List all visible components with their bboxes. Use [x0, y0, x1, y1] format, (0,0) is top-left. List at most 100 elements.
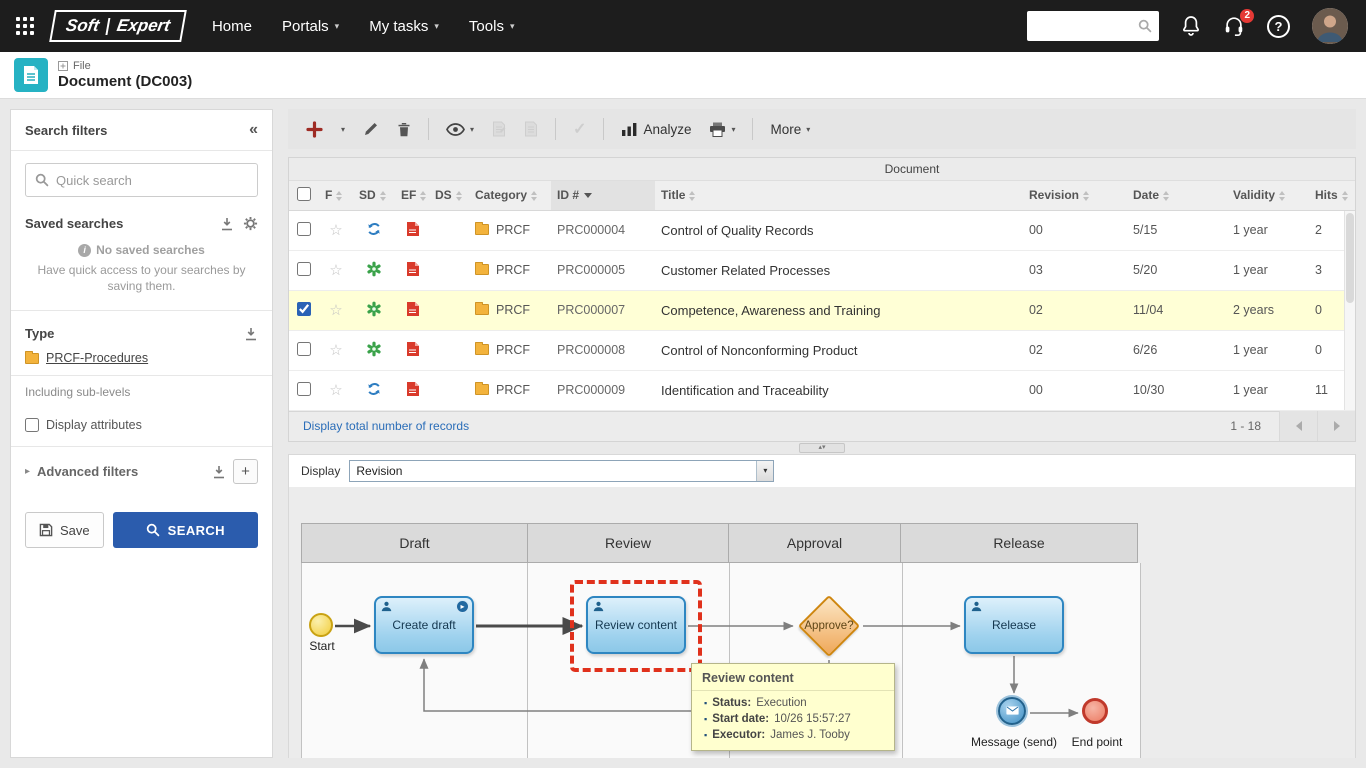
favorite-star-icon[interactable]: ☆ [329, 262, 342, 279]
global-search-input[interactable] [1034, 19, 1138, 34]
col-header-title[interactable]: Title [655, 180, 1023, 210]
export-icon[interactable] [220, 217, 234, 231]
no-saved-searches: iNo saved searches Have quick access to … [33, 243, 250, 294]
row-checkbox[interactable] [297, 262, 311, 276]
task-release[interactable]: Release [964, 596, 1064, 654]
total-records-link[interactable]: Display total number of records [303, 419, 469, 433]
table-row[interactable]: ☆ PRCF PRC000005 Customer Related Proces… [289, 250, 1355, 290]
row-checkbox[interactable] [297, 222, 311, 236]
nav-tools[interactable]: Tools▾ [469, 18, 515, 35]
splitter-handle[interactable]: ▴▾ [799, 443, 845, 453]
sort-icon [336, 191, 342, 201]
favorite-star-icon[interactable]: ☆ [329, 222, 342, 239]
add-filter-button[interactable]: + [233, 459, 258, 484]
no-saved-hint: Have quick access to your searches by sa… [33, 262, 250, 294]
table-row[interactable]: ☆ PRCF PRC000004 Control of Quality Reco… [289, 210, 1355, 250]
print-button[interactable]: ▾ [703, 117, 741, 142]
breadcrumb[interactable]: File [58, 60, 192, 72]
row-checkbox[interactable] [297, 342, 311, 356]
col-header-date[interactable]: Date [1127, 180, 1227, 210]
nav-portals[interactable]: Portals▾ [282, 18, 339, 35]
table-row[interactable]: ☆ PRCF PRC000008 Control of Nonconformin… [289, 330, 1355, 370]
quick-search [25, 163, 258, 197]
edit-button[interactable] [357, 116, 385, 142]
end-event-node[interactable] [1082, 698, 1108, 724]
col-header-ef[interactable]: EF [395, 180, 429, 210]
cell-id: PRC000009 [551, 370, 655, 410]
delete-button[interactable] [391, 117, 417, 142]
add-button[interactable] [300, 116, 329, 143]
display-attributes-checkbox[interactable] [25, 418, 39, 432]
task-create-draft[interactable]: ▸ Create draft [374, 596, 474, 654]
nav-home[interactable]: Home [212, 18, 252, 35]
sort-desc-icon [584, 193, 592, 198]
table-row[interactable]: ☆ PRCF PRC000009 Identification and Trac… [289, 370, 1355, 410]
cell-file [395, 330, 429, 370]
quick-search-input[interactable] [56, 173, 248, 188]
cell-favorite: ☆ [319, 290, 353, 330]
page-header: File Document (DC003) [0, 52, 1366, 99]
col-header-ds[interactable]: DS [429, 180, 469, 210]
table-row[interactable]: ☆ PRCF PRC000007 Competence, Awareness a… [289, 290, 1355, 330]
col-header-category[interactable]: Category [469, 180, 551, 210]
cell-id: PRC000005 [551, 250, 655, 290]
row-checkbox[interactable] [297, 302, 311, 316]
pdf-icon[interactable] [405, 226, 420, 240]
pdf-icon[interactable] [405, 346, 420, 360]
pdf-icon[interactable] [405, 306, 420, 320]
start-event-node[interactable] [309, 613, 333, 637]
bullet-icon: ▪ [704, 698, 707, 708]
chevron-down-icon: ▾ [470, 125, 474, 134]
start-label: Start [309, 639, 334, 653]
search-button[interactable]: SEARCH [113, 512, 258, 548]
display-select[interactable]: Revision ▾ [349, 460, 774, 482]
table-scrollbar[interactable] [1344, 211, 1355, 410]
export-icon[interactable] [244, 327, 258, 341]
save-search-button[interactable]: Save [25, 512, 104, 548]
analyze-button[interactable]: Analyze [615, 117, 697, 142]
notifications-bell-icon[interactable] [1181, 15, 1201, 37]
favorite-star-icon[interactable]: ☆ [329, 342, 342, 359]
gear-icon[interactable] [243, 216, 258, 231]
cell-title: Control of Nonconforming Product [655, 330, 1023, 370]
prev-page-button[interactable] [1279, 411, 1317, 441]
nav-my-tasks[interactable]: My tasks▾ [369, 18, 439, 35]
col-header-id[interactable]: ID # [551, 180, 655, 210]
sync-status-icon [366, 386, 382, 400]
col-header-favorite[interactable]: F [319, 180, 353, 210]
view-button[interactable]: ▾ [440, 118, 480, 141]
collapse-panel-icon[interactable]: « [249, 122, 258, 138]
col-header-revision[interactable]: Revision [1023, 180, 1127, 210]
task-label: Release [992, 618, 1036, 632]
col-header-sd[interactable]: SD [353, 180, 395, 210]
favorite-star-icon[interactable]: ☆ [329, 382, 342, 399]
favorite-star-icon[interactable]: ☆ [329, 302, 342, 319]
folder-icon [475, 304, 489, 315]
scrollbar-thumb[interactable] [1346, 213, 1354, 303]
cell-ds [429, 210, 469, 250]
gateway-approve[interactable]: Approve? [797, 594, 861, 658]
apps-grid-icon[interactable] [16, 17, 34, 35]
lane-header-draft: Draft [301, 523, 528, 563]
add-dropdown-caret[interactable]: ▾ [335, 120, 351, 139]
pdf-icon[interactable] [405, 386, 420, 400]
type-link-prcf[interactable]: PRCF-Procedures [46, 351, 148, 365]
pdf-icon[interactable] [405, 266, 420, 280]
col-header-hits[interactable]: Hits [1309, 180, 1355, 210]
next-page-button[interactable] [1317, 411, 1355, 441]
advanced-filters-toggle[interactable]: Advanced filters [37, 464, 205, 479]
folder-icon [475, 384, 489, 395]
row-checkbox[interactable] [297, 382, 311, 396]
task-review-content[interactable]: Review content [586, 596, 686, 654]
user-avatar[interactable] [1312, 8, 1348, 44]
col-header-validity[interactable]: Validity [1227, 180, 1309, 210]
support-headset-icon[interactable]: 2 [1223, 15, 1245, 37]
nav-portals-label: Portals [282, 18, 329, 35]
more-button[interactable]: More▾ [764, 117, 816, 142]
select-all-checkbox[interactable] [297, 187, 311, 201]
export-icon[interactable] [212, 465, 226, 479]
chevron-down-icon: ▾ [806, 125, 810, 134]
message-event-node[interactable] [998, 697, 1026, 725]
help-icon[interactable]: ? [1267, 15, 1290, 38]
sort-icon [1342, 191, 1348, 201]
